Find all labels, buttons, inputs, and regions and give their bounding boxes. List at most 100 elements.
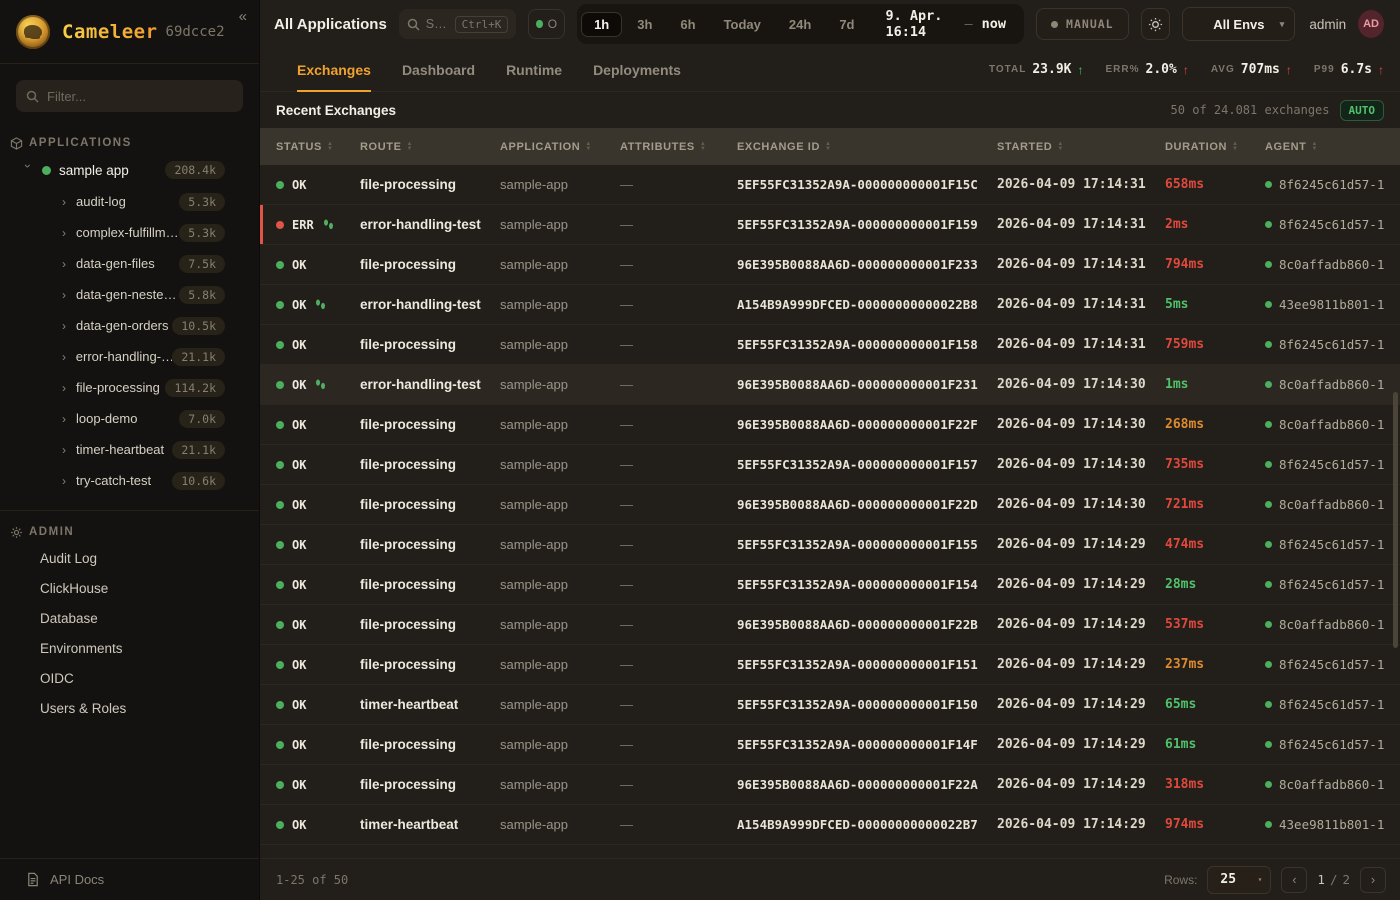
chevron-right-icon: › xyxy=(62,350,76,364)
user-name: admin xyxy=(1309,17,1346,32)
exchange-id-cell: 96E395B0088AA6D-000000000001F22A xyxy=(737,777,997,792)
date-range-picker[interactable]: 9. Apr. 16:14 — now xyxy=(869,8,1020,40)
manual-status-dot xyxy=(1051,21,1058,28)
duration-cell: 1ms xyxy=(1165,377,1265,392)
exchange-id-cell: 96E395B0088AA6D-000000000001F22D xyxy=(737,497,997,512)
time-range-button-24h[interactable]: 24h xyxy=(776,12,824,37)
column-header-agent[interactable]: AGENT ▲▼ xyxy=(1265,141,1400,153)
sidebar-admin-item-audit-log[interactable]: Audit Log xyxy=(0,543,259,573)
sidebar-admin-item-users-roles[interactable]: Users & Roles xyxy=(0,693,259,723)
table-row[interactable]: OK file-processing sample-app — 5EF55FC3… xyxy=(260,165,1400,205)
sidebar-route-item[interactable]: › data-gen-files 7.5k xyxy=(0,248,259,279)
chevron-right-icon: › xyxy=(62,319,76,333)
table-row[interactable]: ERR error-handling-test sample-app — 5EF… xyxy=(260,205,1400,245)
time-range-button-1h[interactable]: 1h xyxy=(581,12,622,37)
sidebar-admin-item-oidc[interactable]: OIDC xyxy=(0,663,259,693)
agent-cell: 8c0affadb860-1 xyxy=(1265,777,1400,792)
agent-status-dot xyxy=(1265,701,1272,708)
attributes-cell: — xyxy=(620,217,737,232)
auto-refresh-badge[interactable]: AUTO xyxy=(1340,100,1385,121)
route-cell: file-processing xyxy=(360,457,500,472)
rows-per-page-select[interactable]: 25 ▾ xyxy=(1207,866,1271,894)
time-range-button-today[interactable]: Today xyxy=(711,12,774,37)
duration-cell: 318ms xyxy=(1165,777,1265,792)
time-range-button-6h[interactable]: 6h xyxy=(667,12,708,37)
sidebar-route-item[interactable]: › complex-fulfillm… 5.3k xyxy=(0,217,259,248)
table-row[interactable]: OK error-handling-test sample-app — 96E3… xyxy=(260,365,1400,405)
route-cell: file-processing xyxy=(360,177,500,192)
sidebar-route-item[interactable]: › data-gen-orders 10.5k xyxy=(0,310,259,341)
column-header-attributes[interactable]: ATTRIBUTES ▲▼ xyxy=(620,141,737,153)
tab-exchanges[interactable]: Exchanges xyxy=(297,48,371,91)
time-range-button-7d[interactable]: 7d xyxy=(826,12,867,37)
environment-selector[interactable]: All Envs ▾ xyxy=(1182,7,1295,41)
sidebar-route-item[interactable]: › timer-heartbeat 21.1k xyxy=(0,434,259,465)
table-row[interactable]: OK file-processing sample-app — 96E395B0… xyxy=(260,245,1400,285)
sidebar-admin-item-clickhouse[interactable]: ClickHouse xyxy=(0,573,259,603)
scrollbar-thumb[interactable] xyxy=(1393,392,1398,648)
sort-icon: ▲▼ xyxy=(327,142,334,152)
sidebar-route-item[interactable]: › try-catch-test 10.6k xyxy=(0,465,259,496)
section-title: Recent Exchanges xyxy=(276,103,396,118)
route-cell: timer-heartbeat xyxy=(360,817,500,832)
table-row[interactable]: OK timer-heartbeat sample-app — A154B9A9… xyxy=(260,805,1400,845)
table-row[interactable]: OK file-processing sample-app — 5EF55FC3… xyxy=(260,445,1400,485)
route-cell: file-processing xyxy=(360,337,500,352)
chevron-right-icon: › xyxy=(62,381,76,395)
status-cell: OK xyxy=(260,258,360,272)
tab-runtime[interactable]: Runtime xyxy=(506,48,562,91)
application-cell: sample-app xyxy=(500,697,620,712)
column-header-started[interactable]: STARTED ▲▼ xyxy=(997,141,1165,153)
next-page-button[interactable]: › xyxy=(1360,867,1386,893)
table-row[interactable]: OK timer-heartbeat sample-app — 5EF55FC3… xyxy=(260,685,1400,725)
table-row[interactable]: OK file-processing sample-app — 96E395B0… xyxy=(260,405,1400,445)
route-cell: file-processing xyxy=(360,577,500,592)
sidebar-admin-item-database[interactable]: Database xyxy=(0,603,259,633)
column-header-application[interactable]: APPLICATION ▲▼ xyxy=(500,141,620,153)
column-header-route[interactable]: ROUTE ▲▼ xyxy=(360,141,500,153)
table-row[interactable]: OK file-processing sample-app — 96E395B0… xyxy=(260,765,1400,805)
table-row[interactable]: OK file-processing sample-app — 5EF55FC3… xyxy=(260,565,1400,605)
application-cell: sample-app xyxy=(500,817,620,832)
tab-deployments[interactable]: Deployments xyxy=(593,48,681,91)
tab-dashboard[interactable]: Dashboard xyxy=(402,48,475,91)
table-row[interactable]: OK file-processing sample-app — 5EF55FC3… xyxy=(260,525,1400,565)
status-cell: OK xyxy=(260,818,360,832)
route-cell: error-handling-test xyxy=(360,377,500,392)
theme-toggle-button[interactable] xyxy=(1141,8,1171,40)
sidebar-route-item[interactable]: › file-processing 114.2k xyxy=(0,372,259,403)
avatar[interactable]: AD xyxy=(1358,10,1384,38)
live-status-toggle[interactable]: O xyxy=(528,9,565,39)
stat-value: 707ms xyxy=(1241,62,1280,77)
status-dot xyxy=(276,501,284,509)
started-cell: 2026-04-09 17:14:31 xyxy=(997,257,1165,272)
exchange-id-cell: 5EF55FC31352A9A-000000000001F14F xyxy=(737,737,997,752)
exchange-id-cell: 5EF55FC31352A9A-000000000001F155 xyxy=(737,537,997,552)
column-header-exchange-id[interactable]: EXCHANGE ID ▲▼ xyxy=(737,141,997,153)
sidebar-route-item[interactable]: › data-gen-neste… 5.8k xyxy=(0,279,259,310)
table-row[interactable]: OK file-processing sample-app — 5EF55FC3… xyxy=(260,725,1400,765)
sidebar-collapse-icon[interactable]: « xyxy=(239,8,247,25)
column-header-status[interactable]: STATUS ▲▼ xyxy=(260,141,360,153)
table-row[interactable]: OK file-processing sample-app — 5EF55FC3… xyxy=(260,645,1400,685)
duration-cell: 658ms xyxy=(1165,177,1265,192)
api-docs-link[interactable]: API Docs xyxy=(0,858,259,900)
table-row[interactable]: OK file-processing sample-app — 96E395B0… xyxy=(260,485,1400,525)
table-row[interactable]: OK file-processing sample-app — 96E395B0… xyxy=(260,605,1400,645)
agent-status-dot xyxy=(1265,261,1272,268)
sidebar-filter-input[interactable]: Filter... xyxy=(16,80,243,112)
sidebar-route-item[interactable]: › audit-log 5.3k xyxy=(0,186,259,217)
table-row[interactable]: OK file-processing sample-app — 5EF55FC3… xyxy=(260,325,1400,365)
attributes-cell: — xyxy=(620,177,737,192)
global-search-input[interactable]: S… Ctrl+K xyxy=(399,9,517,39)
time-range-button-3h[interactable]: 3h xyxy=(624,12,665,37)
sidebar-route-item[interactable]: › error-handling-… 21.1k xyxy=(0,341,259,372)
agent-cell: 43ee9811b801-1 xyxy=(1265,817,1400,832)
table-row[interactable]: OK error-handling-test sample-app — A154… xyxy=(260,285,1400,325)
column-header-duration[interactable]: DURATION ▲▼ xyxy=(1165,141,1265,153)
sidebar-item-sample-app[interactable]: › sample app 208.4k xyxy=(0,154,259,186)
sidebar-route-item[interactable]: › loop-demo 7.0k xyxy=(0,403,259,434)
manual-refresh-button[interactable]: MANUAL xyxy=(1036,8,1129,40)
prev-page-button[interactable]: ‹ xyxy=(1281,867,1307,893)
sidebar-admin-item-environments[interactable]: Environments xyxy=(0,633,259,663)
